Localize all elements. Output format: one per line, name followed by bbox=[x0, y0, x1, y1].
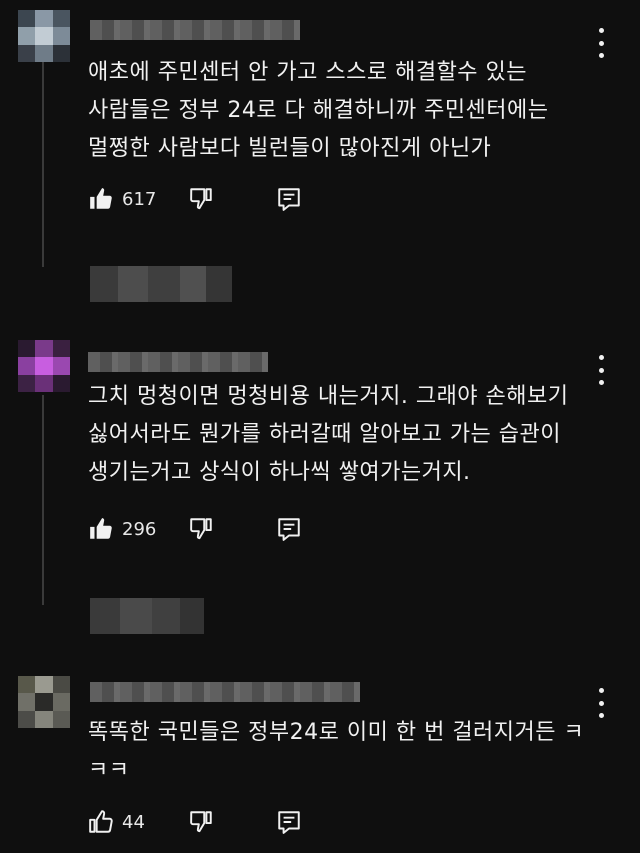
reply-button[interactable] bbox=[276, 516, 302, 546]
avatar[interactable] bbox=[18, 676, 70, 728]
like-count: 296 bbox=[122, 518, 157, 540]
more-vert-icon[interactable] bbox=[596, 688, 606, 718]
dislike-button[interactable] bbox=[188, 516, 214, 546]
dislike-button[interactable] bbox=[188, 809, 214, 839]
reply-icon bbox=[278, 518, 300, 541]
username-blurred[interactable] bbox=[90, 20, 300, 40]
username-blurred[interactable] bbox=[88, 352, 268, 372]
like-button[interactable]: 44 bbox=[88, 809, 145, 835]
view-replies-blurred[interactable] bbox=[90, 266, 232, 302]
thumbs-down-icon bbox=[190, 188, 212, 210]
thumbs-up-icon bbox=[89, 810, 113, 833]
thumbs-up-icon bbox=[90, 188, 112, 209]
comment-text: 똑똑한 국민들은 정부24로 이미 한 번 걸러지거든 ㅋ ㅋㅋ bbox=[88, 720, 585, 783]
reply-button[interactable] bbox=[276, 186, 302, 216]
comment-text: 애초에 주민센터 안 가고 스스로 해결할수 있는 사람들은 정부 24로 다 … bbox=[88, 60, 549, 161]
comment-text: 그치 멍청이면 멍청비용 내는거지. 그래야 손해보기 싫어서라도 뭔가를 하러… bbox=[88, 384, 569, 485]
comment-actions: 296 bbox=[88, 516, 328, 546]
like-count: 44 bbox=[122, 811, 145, 833]
thread-line bbox=[42, 52, 44, 267]
thumbs-down-icon bbox=[190, 518, 212, 540]
avatar[interactable] bbox=[18, 340, 70, 392]
thumbs-down-icon bbox=[190, 811, 212, 833]
thumbs-up-icon bbox=[90, 518, 112, 539]
like-count: 617 bbox=[122, 188, 157, 210]
reply-button[interactable] bbox=[276, 809, 302, 839]
username-blurred[interactable] bbox=[90, 682, 360, 702]
more-vert-icon[interactable] bbox=[596, 355, 606, 385]
like-button[interactable]: 296 bbox=[88, 516, 156, 542]
reply-icon bbox=[278, 811, 300, 834]
dislike-button[interactable] bbox=[188, 186, 214, 216]
avatar[interactable] bbox=[18, 10, 70, 62]
comment-actions: 44 bbox=[88, 809, 328, 839]
view-replies-blurred[interactable] bbox=[90, 598, 204, 634]
more-vert-icon[interactable] bbox=[596, 28, 606, 58]
reply-icon bbox=[278, 188, 300, 211]
like-button[interactable]: 617 bbox=[88, 186, 156, 212]
thread-line bbox=[42, 395, 44, 605]
comment-actions: 617 bbox=[88, 186, 328, 216]
